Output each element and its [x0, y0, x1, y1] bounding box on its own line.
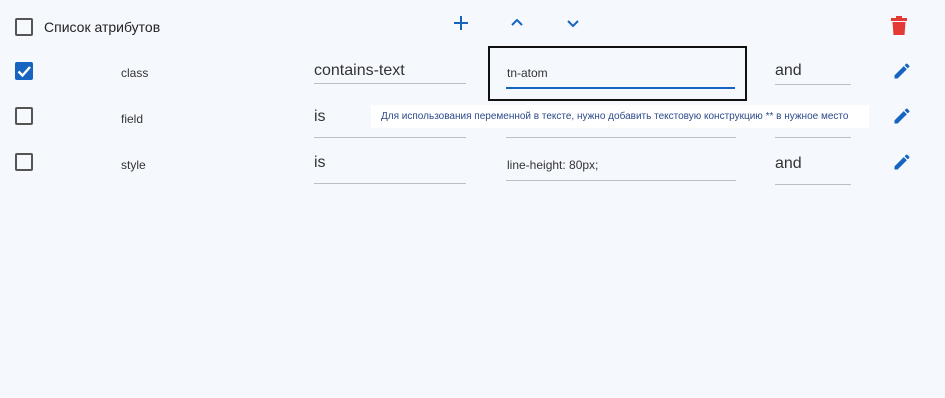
move-down-button[interactable]	[562, 12, 584, 34]
add-button[interactable]	[450, 12, 472, 34]
checkmark-icon	[17, 66, 31, 78]
operator-value: is	[314, 154, 326, 171]
edit-button[interactable]	[890, 150, 914, 174]
row-checkbox[interactable]	[15, 62, 33, 80]
attribute-list-title: Список атрибутов	[44, 19, 161, 35]
operator-value: is	[314, 108, 326, 125]
attribute-name: class	[121, 66, 149, 80]
pencil-icon	[894, 63, 910, 79]
row-checkbox[interactable]	[15, 153, 33, 171]
chevron-down-icon	[567, 20, 579, 28]
row-checkbox[interactable]	[15, 107, 33, 125]
variable-hint-tooltip: Для использования переменной в тексте, н…	[371, 105, 869, 128]
logic-value: and	[775, 62, 802, 79]
trash-icon	[891, 16, 907, 35]
attribute-name: style	[121, 158, 146, 172]
pencil-icon	[894, 154, 910, 170]
attribute-name: field	[121, 112, 144, 126]
logic-select[interactable]: and	[775, 155, 851, 185]
value-input[interactable]: tn-atom	[506, 59, 735, 89]
plus-icon	[454, 16, 468, 30]
operator-select[interactable]: contains-text	[314, 54, 466, 84]
edit-button[interactable]	[890, 104, 914, 128]
logic-select[interactable]: and	[775, 55, 851, 85]
operator-select[interactable]: is	[314, 154, 466, 184]
logic-value: and	[775, 155, 802, 172]
value-input[interactable]: line-height: 80px;	[506, 151, 736, 181]
value-text: tn-atom	[507, 66, 548, 80]
operator-value: contains-text	[314, 62, 405, 79]
delete-button[interactable]	[888, 14, 910, 38]
chevron-up-icon	[511, 18, 523, 26]
edit-button[interactable]	[890, 59, 914, 83]
pencil-icon	[894, 108, 910, 124]
value-text: line-height: 80px;	[507, 158, 599, 172]
move-up-button[interactable]	[506, 12, 528, 34]
select-all-checkbox[interactable]	[15, 18, 33, 36]
